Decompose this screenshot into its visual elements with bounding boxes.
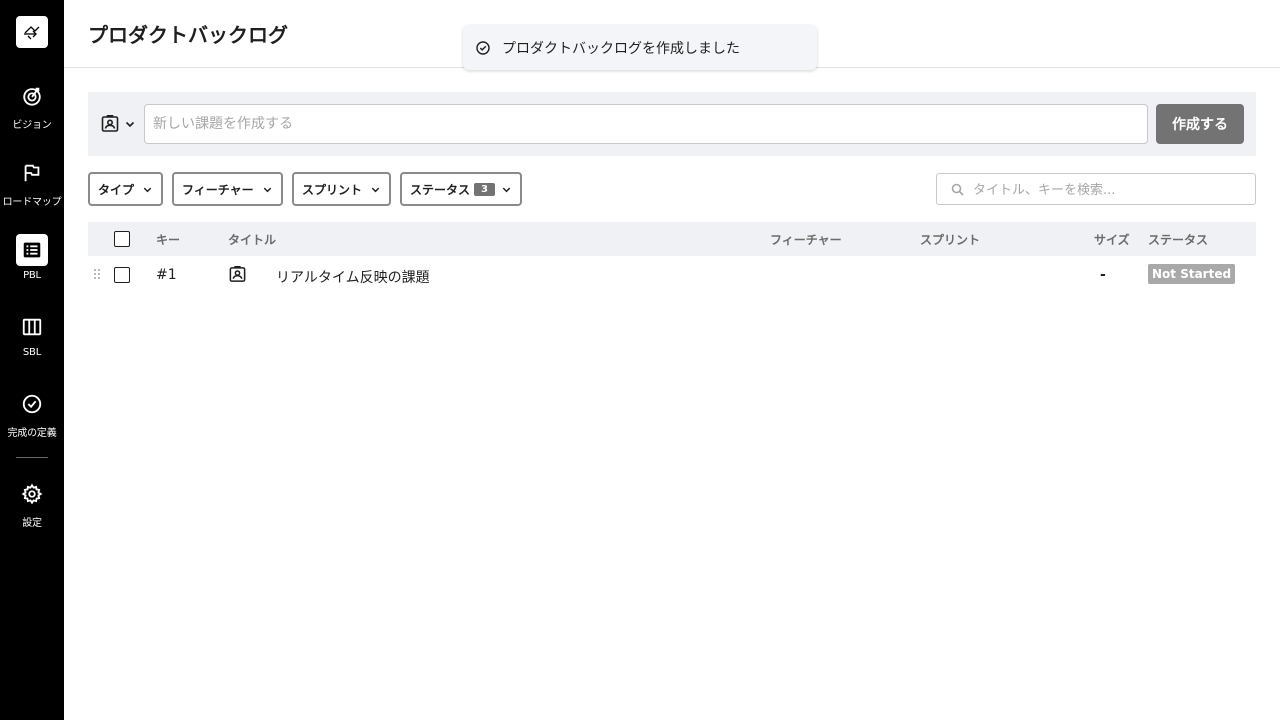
page-title: プロダクトバックログ bbox=[88, 23, 288, 47]
issue-key[interactable]: #1 bbox=[156, 267, 177, 283]
logo-icon bbox=[24, 26, 40, 40]
sidebar-item-roadmap[interactable]: ロードマップ bbox=[0, 157, 64, 208]
filter-type[interactable]: タイプ bbox=[88, 172, 164, 206]
chevron-down-icon bbox=[501, 184, 512, 195]
sidebar-item-label: ビジョン bbox=[12, 120, 52, 131]
app-logo[interactable] bbox=[16, 16, 48, 48]
sidebar-item-label: SBL bbox=[22, 347, 42, 358]
vision-icon bbox=[16, 80, 48, 112]
flag-icon bbox=[16, 157, 48, 189]
issue-title[interactable]: リアルタイム反映の課題 bbox=[276, 267, 430, 287]
gear-icon bbox=[16, 478, 48, 510]
user-story-icon bbox=[228, 265, 247, 288]
chevron-down-icon bbox=[370, 184, 381, 195]
filter-status[interactable]: ステータス 3 bbox=[400, 172, 522, 206]
sidebar-item-label: 完成の定義 bbox=[7, 428, 57, 439]
column-header-status[interactable]: ステータス bbox=[1148, 231, 1208, 248]
filter-sprint[interactable]: スプリント bbox=[292, 172, 392, 206]
chevron-down-icon bbox=[262, 184, 273, 195]
sidebar: ビジョン ロードマップ PBL SBL 完成の定義 設定 bbox=[0, 0, 64, 720]
new-issue-input[interactable] bbox=[144, 104, 1148, 144]
filter-label: ステータス bbox=[410, 182, 471, 197]
filter-label: スプリント bbox=[302, 182, 363, 197]
column-header-sprint[interactable]: スプリント bbox=[920, 231, 980, 248]
drag-handle-icon[interactable] bbox=[93, 268, 101, 280]
sidebar-item-label: ロードマップ bbox=[2, 197, 62, 208]
search-icon bbox=[951, 183, 964, 196]
sidebar-item-settings[interactable]: 設定 bbox=[0, 478, 64, 529]
create-issue-bar: 作成する bbox=[88, 92, 1256, 156]
sidebar-item-pbl[interactable]: PBL bbox=[0, 234, 64, 281]
search-input[interactable] bbox=[973, 180, 1243, 200]
sidebar-item-sbl[interactable]: SBL bbox=[0, 311, 64, 358]
toast-notification[interactable]: プロダクトバックログを作成しました bbox=[463, 25, 817, 70]
filter-label: タイプ bbox=[98, 182, 135, 197]
filter-feature[interactable]: フィーチャー bbox=[172, 172, 283, 206]
issue-size[interactable]: - bbox=[1100, 267, 1106, 283]
sidebar-item-label: 設定 bbox=[22, 518, 42, 529]
sidebar-item-label: PBL bbox=[23, 270, 41, 281]
column-header-size[interactable]: サイズ bbox=[1094, 231, 1130, 248]
row-checkbox[interactable] bbox=[114, 267, 130, 283]
chevron-down-icon bbox=[125, 121, 135, 128]
sidebar-item-definition-of-done[interactable]: 完成の定義 bbox=[0, 388, 64, 439]
user-story-icon bbox=[101, 115, 119, 132]
table-header: キー タイトル フィーチャー スプリント サイズ ステータス bbox=[88, 222, 1256, 256]
select-all-checkbox[interactable] bbox=[114, 231, 130, 247]
filter-count-badge: 3 bbox=[474, 182, 495, 196]
sidebar-divider bbox=[16, 457, 48, 458]
sidebar-item-vision[interactable]: ビジョン bbox=[0, 80, 64, 131]
search-box bbox=[936, 173, 1256, 205]
check-circle-icon bbox=[16, 388, 48, 420]
chevron-down-icon bbox=[142, 184, 153, 195]
table-row[interactable]: #1 リアルタイム反映の課題 - Not Started bbox=[88, 257, 1256, 293]
column-header-key[interactable]: キー bbox=[156, 231, 180, 248]
check-circle-icon bbox=[476, 40, 490, 55]
filter-label: フィーチャー bbox=[182, 182, 254, 197]
column-header-feature[interactable]: フィーチャー bbox=[770, 231, 842, 248]
columns-icon bbox=[16, 311, 48, 343]
list-icon bbox=[16, 234, 48, 266]
status-badge[interactable]: Not Started bbox=[1148, 264, 1236, 284]
create-button[interactable]: 作成する bbox=[1156, 104, 1244, 144]
column-header-title[interactable]: タイトル bbox=[228, 231, 276, 248]
toast-message: プロダクトバックログを作成しました bbox=[502, 40, 740, 57]
issue-type-select[interactable] bbox=[100, 114, 136, 134]
